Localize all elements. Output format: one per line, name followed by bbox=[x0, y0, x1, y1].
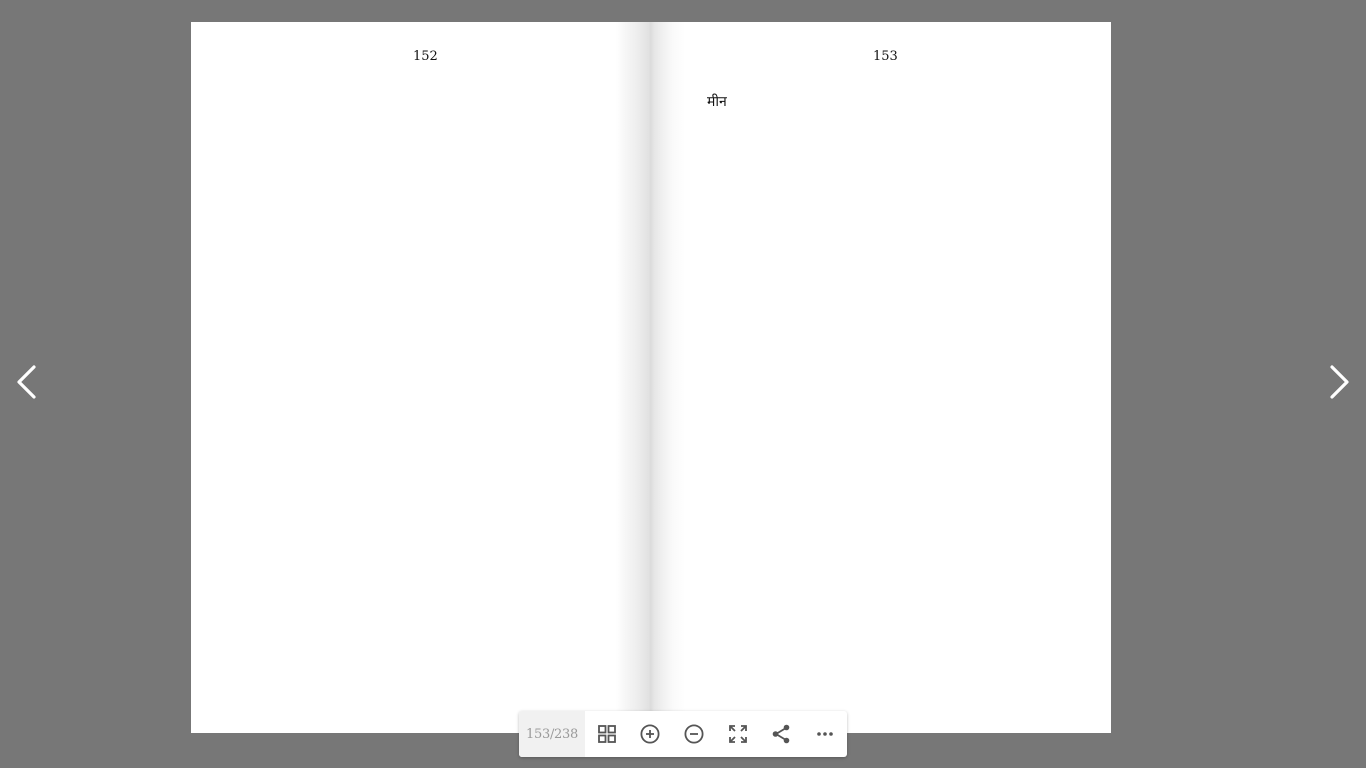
grid-icon bbox=[597, 725, 616, 743]
fullscreen-button[interactable] bbox=[716, 711, 760, 757]
chevron-left-icon bbox=[17, 365, 36, 399]
next-page-button[interactable] bbox=[1320, 360, 1360, 404]
page-counter[interactable]: 153/238 bbox=[519, 711, 585, 757]
thumbnails-button[interactable] bbox=[585, 711, 629, 757]
zoom-out-button[interactable] bbox=[672, 711, 716, 757]
share-button[interactable] bbox=[759, 711, 803, 757]
left-page[interactable]: 152 bbox=[191, 22, 651, 733]
bottom-toolbar: 153/238 bbox=[519, 711, 847, 757]
right-page[interactable]: 153 मीन bbox=[651, 22, 1111, 733]
fullscreen-icon bbox=[728, 725, 747, 743]
chevron-right-icon bbox=[1330, 365, 1349, 399]
page-text-right: मीन bbox=[707, 94, 727, 110]
flipbook-viewer: 152 153 मीन 153/238 bbox=[0, 0, 1366, 768]
share-icon bbox=[772, 724, 790, 744]
page-number-right: 153 bbox=[873, 49, 898, 64]
zoom-in-button[interactable] bbox=[629, 711, 673, 757]
zoom-out-icon bbox=[684, 724, 704, 744]
zoom-in-icon bbox=[640, 724, 660, 744]
book-spread: 152 153 मीन bbox=[191, 22, 1111, 733]
more-options-button[interactable] bbox=[803, 711, 847, 757]
previous-page-button[interactable] bbox=[6, 360, 46, 404]
more-icon bbox=[816, 732, 833, 736]
page-number-left: 152 bbox=[413, 49, 438, 64]
